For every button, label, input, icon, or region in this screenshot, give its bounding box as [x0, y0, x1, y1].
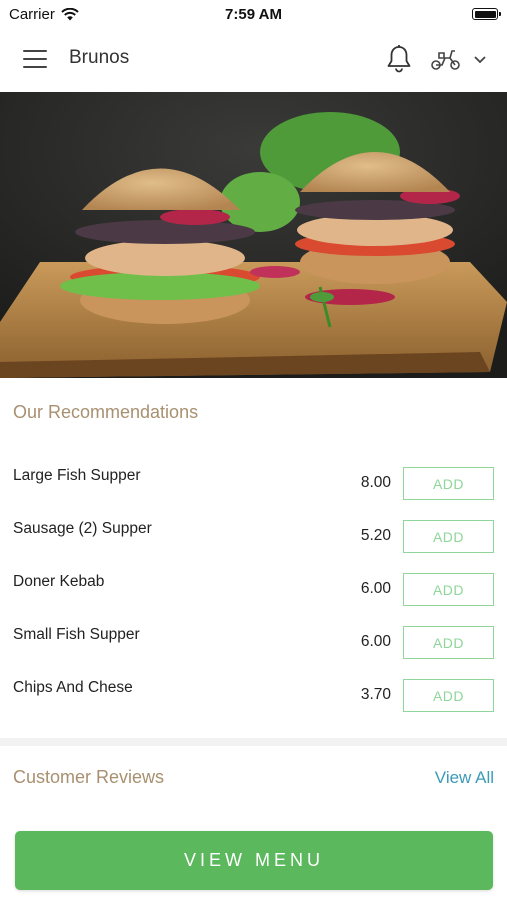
add-button[interactable]: ADD — [403, 520, 494, 553]
add-button[interactable]: ADD — [403, 626, 494, 659]
list-item: Chips And Chese 3.70 ADD — [0, 679, 507, 713]
wifi-icon — [61, 7, 79, 20]
restaurant-title: Brunos — [69, 47, 130, 68]
item-price: 6.00 — [360, 633, 391, 650]
list-item: Large Fish Supper 8.00 ADD — [0, 467, 507, 501]
battery-icon — [472, 8, 501, 20]
list-item: Sausage (2) Supper 5.20 ADD — [0, 520, 507, 554]
carrier-label: Carrier — [9, 5, 55, 23]
item-name: Chips And Chese — [13, 679, 133, 696]
section-divider — [0, 738, 507, 746]
list-item: Doner Kebab 6.00 ADD — [0, 573, 507, 607]
reviews-title: Customer Reviews — [13, 767, 165, 787]
hamburger-icon[interactable] — [23, 50, 47, 70]
recommendations-title: Our Recommendations — [13, 402, 199, 422]
item-name: Doner Kebab — [13, 573, 105, 590]
item-price: 5.20 — [360, 527, 391, 544]
item-name: Sausage (2) Supper — [13, 520, 152, 537]
view-all-link[interactable]: View All — [435, 768, 494, 788]
app-header: Brunos — [0, 28, 507, 92]
add-button[interactable]: ADD — [403, 679, 494, 712]
chevron-down-icon[interactable] — [472, 52, 488, 66]
item-name: Large Fish Supper — [13, 467, 141, 484]
item-price: 3.70 — [360, 686, 391, 703]
add-button[interactable]: ADD — [403, 467, 494, 500]
hero-image — [0, 92, 507, 378]
item-price: 6.00 — [360, 580, 391, 597]
item-price: 8.00 — [360, 474, 391, 491]
list-item: Small Fish Supper 6.00 ADD — [0, 626, 507, 660]
view-menu-button[interactable]: VIEW MENU — [15, 831, 493, 890]
item-name: Small Fish Supper — [13, 626, 140, 643]
add-button[interactable]: ADD — [403, 573, 494, 606]
scooter-icon[interactable] — [430, 46, 462, 72]
status-bar: Carrier 7:59 AM — [0, 0, 507, 28]
bell-icon[interactable] — [385, 44, 413, 74]
